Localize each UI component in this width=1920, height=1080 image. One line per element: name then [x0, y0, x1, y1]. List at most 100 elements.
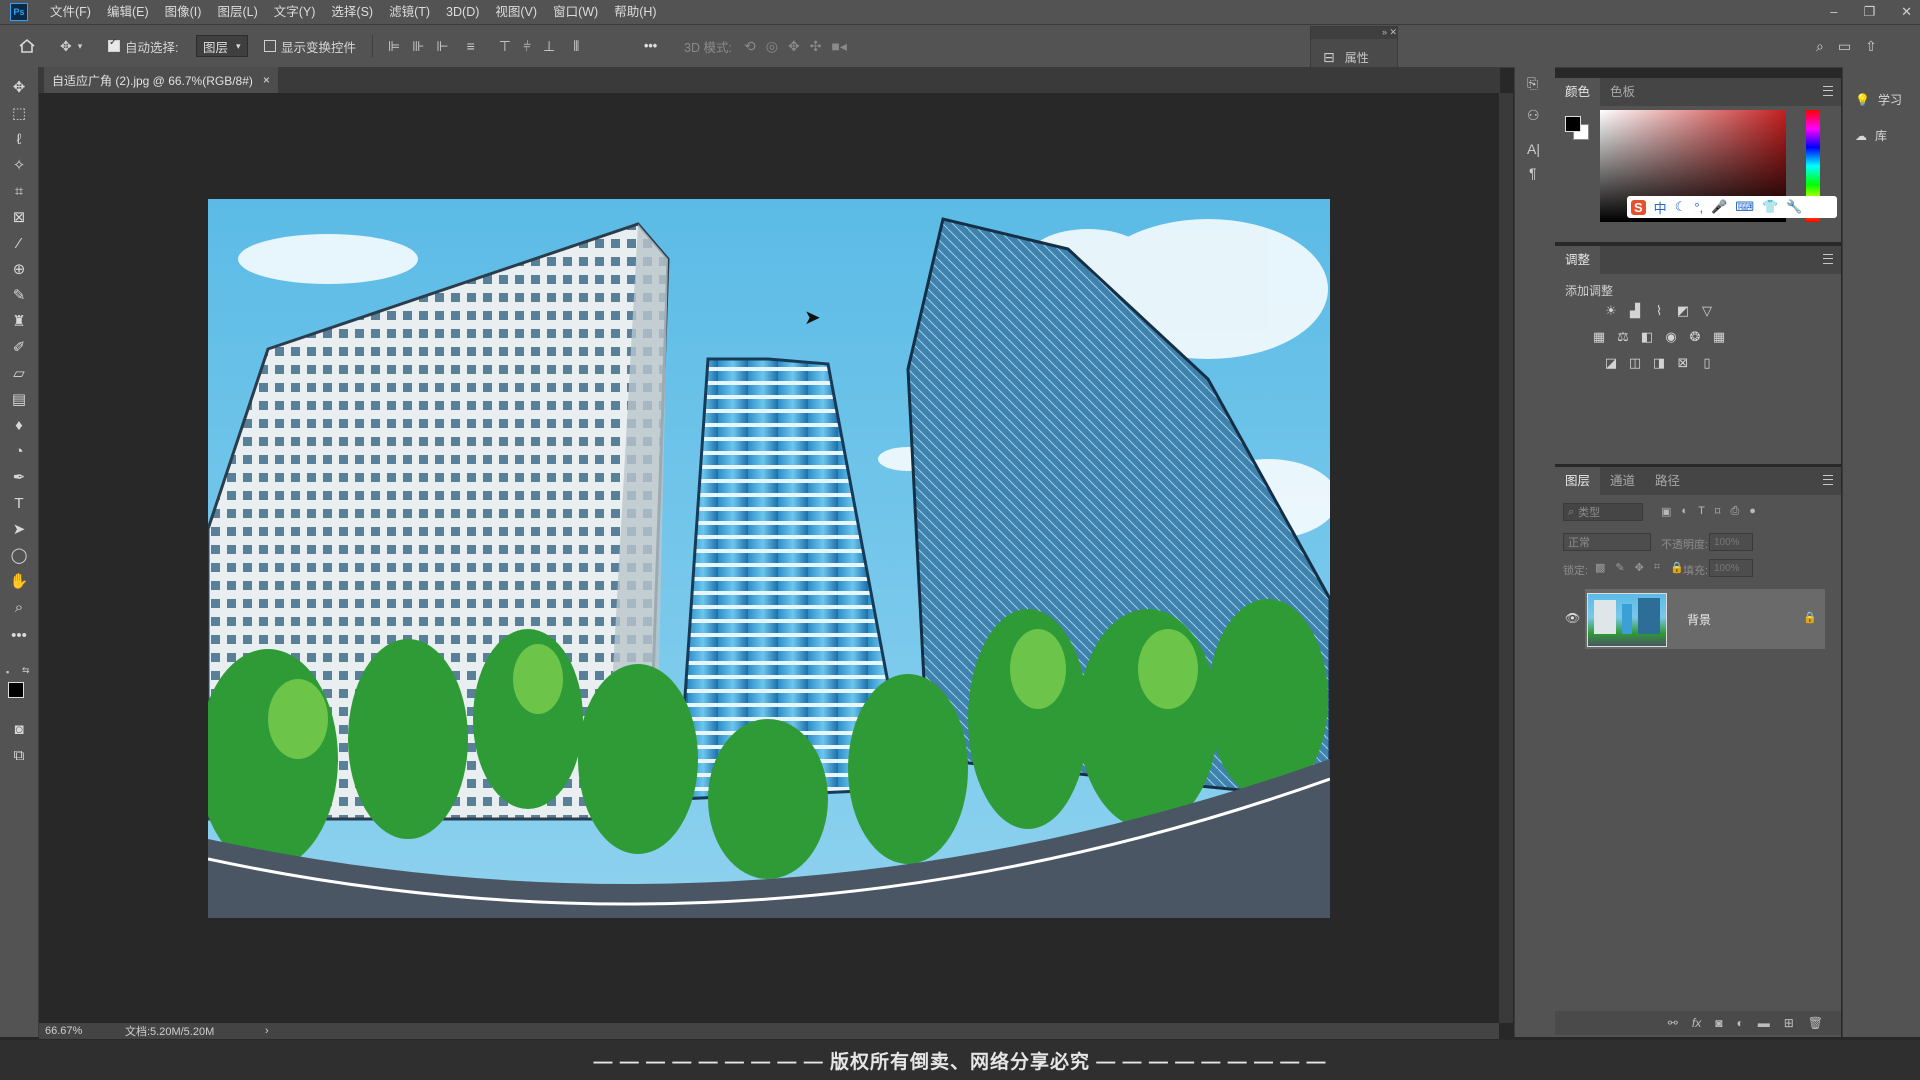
panel-menu-icon[interactable]: [1823, 254, 1833, 264]
restore-button[interactable]: ❐: [1863, 0, 1875, 24]
ime-toolbar[interactable]: S 中 ☾ °, 🎤 ⌨ 👕 🔧: [1627, 196, 1837, 218]
hand-tool-icon[interactable]: ✋: [9, 571, 29, 591]
align-center-h-icon[interactable]: ⊪: [412, 38, 424, 55]
lasso-tool-icon[interactable]: ℓ: [9, 129, 29, 149]
filter-type-icon[interactable]: T: [1698, 505, 1705, 518]
share-icon[interactable]: ⇧: [1865, 38, 1877, 55]
pan-3d-icon[interactable]: ✥: [788, 38, 800, 55]
lock-position-icon[interactable]: ✥: [1635, 561, 1644, 574]
moon-icon[interactable]: ☾: [1675, 199, 1687, 215]
more-options-button[interactable]: •••: [644, 25, 657, 67]
align-top-icon[interactable]: ⊤: [499, 38, 511, 55]
pen-tool-icon[interactable]: ✒: [9, 467, 29, 487]
healing-brush-tool-icon[interactable]: ⊕: [9, 259, 29, 279]
filter-shape-icon[interactable]: ⌑: [1715, 505, 1721, 518]
layer-filter-dropdown[interactable]: ⌕ 类型: [1563, 503, 1643, 521]
tab-paths[interactable]: 路径: [1645, 467, 1690, 495]
auto-select-mode-dropdown[interactable]: 图层 ▾: [196, 35, 248, 57]
path-selection-tool-icon[interactable]: ➤: [9, 519, 29, 539]
punctuation-icon[interactable]: °,: [1694, 200, 1703, 215]
edit-toolbar-icon[interactable]: •••: [9, 625, 29, 645]
orbit-3d-icon[interactable]: ⟲: [744, 38, 756, 55]
panel-menu-icon[interactable]: [1823, 86, 1833, 96]
menu-3d[interactable]: 3D(D): [438, 0, 487, 24]
distribute-h-icon[interactable]: ⦀: [573, 38, 579, 55]
channel-mixer-icon[interactable]: ❂: [1687, 330, 1703, 344]
minimize-button[interactable]: –: [1830, 0, 1837, 24]
exposure-icon[interactable]: ◩: [1675, 304, 1691, 318]
history-brush-tool-icon[interactable]: ✐: [9, 337, 29, 357]
distribute-v-icon[interactable]: ≡: [467, 38, 475, 54]
align-bottom-icon[interactable]: ⊥: [543, 38, 555, 55]
fill-field[interactable]: 100%: [1709, 559, 1753, 577]
brush-tool-icon[interactable]: ✎: [9, 285, 29, 305]
lock-all-icon[interactable]: 🔒: [1670, 561, 1684, 574]
adjust-presets-icon[interactable]: ⚇: [1527, 107, 1540, 124]
dodge-tool-icon[interactable]: ◔: [9, 441, 29, 461]
menu-view[interactable]: 视图(V): [487, 0, 545, 24]
ellipse-tool-icon[interactable]: ◯: [9, 545, 29, 565]
delete-layer-icon[interactable]: 🗑: [1808, 1016, 1823, 1030]
checkbox-unchecked[interactable]: [264, 40, 276, 52]
panel-menu-icon[interactable]: [1823, 475, 1833, 485]
new-layer-icon[interactable]: ⊞: [1784, 1016, 1794, 1030]
type-tool-icon[interactable]: T: [9, 493, 29, 513]
brightness-icon[interactable]: ☀: [1603, 304, 1619, 318]
document-image[interactable]: [208, 199, 1330, 918]
tab-adjustments[interactable]: 调整: [1555, 246, 1601, 274]
menu-type[interactable]: 文字(Y): [266, 0, 324, 24]
filter-pixel-icon[interactable]: ▣: [1661, 505, 1671, 518]
menu-image[interactable]: 图像(I): [157, 0, 210, 24]
blur-tool-icon[interactable]: ♦: [9, 415, 29, 435]
filter-smart-icon[interactable]: ⎙: [1730, 505, 1739, 518]
vertical-scrollbar[interactable]: [1499, 93, 1513, 1023]
lock-icon[interactable]: 🔒: [1803, 611, 1817, 624]
search-icon[interactable]: ⌕: [1816, 38, 1824, 55]
align-middle-v-icon[interactable]: ⫩: [523, 38, 531, 55]
selective-color-icon[interactable]: ⊠: [1675, 356, 1691, 370]
color-lookup-icon[interactable]: ▦: [1711, 330, 1727, 344]
menu-edit[interactable]: 编辑(E): [99, 0, 157, 24]
menu-select[interactable]: 选择(S): [323, 0, 381, 24]
home-icon[interactable]: [18, 25, 36, 67]
new-group-icon[interactable]: ▬: [1758, 1016, 1770, 1030]
posterize-icon[interactable]: ◫: [1627, 356, 1643, 370]
clone-stamp-tool-icon[interactable]: ♜: [9, 311, 29, 331]
menu-layer[interactable]: 图层(L): [209, 0, 265, 24]
levels-icon[interactable]: ▟: [1627, 304, 1643, 318]
eyedropper-tool-icon[interactable]: ⁄: [9, 233, 29, 253]
move-tool-preset[interactable]: ✥ ▾: [60, 25, 82, 67]
character-panel-icon[interactable]: A|: [1527, 141, 1540, 157]
invert-icon[interactable]: ◪: [1603, 356, 1619, 370]
swap-colors-icon[interactable]: ⇆: [22, 665, 30, 676]
learn-button[interactable]: 💡 学习: [1855, 91, 1902, 108]
link-layers-icon[interactable]: ⚯: [1668, 1016, 1678, 1030]
status-menu-arrow[interactable]: ›: [265, 1025, 269, 1037]
layer-style-icon[interactable]: fx: [1692, 1016, 1701, 1030]
lock-transparent-icon[interactable]: ▩: [1595, 561, 1605, 574]
document-tab[interactable]: 自适应广角 (2).jpg @ 66.7%(RGB/8#) ×: [44, 67, 278, 93]
layer-name[interactable]: 背景: [1687, 611, 1711, 628]
zoom-level[interactable]: 66.67%: [45, 1025, 115, 1037]
lock-artboard-icon[interactable]: ⌗: [1654, 561, 1660, 574]
filter-adjustment-icon[interactable]: ◐: [1681, 505, 1688, 518]
curves-icon[interactable]: ⌇: [1651, 304, 1667, 318]
checkbox-checked[interactable]: [108, 37, 120, 52]
vibrance-icon[interactable]: ▽: [1699, 304, 1715, 318]
add-mask-icon[interactable]: ◙: [1715, 1016, 1722, 1030]
tab-swatches[interactable]: 色板: [1600, 78, 1645, 106]
crop-tool-icon[interactable]: ⌗: [9, 181, 29, 201]
new-adjustment-icon[interactable]: ◐: [1736, 1016, 1743, 1030]
color-foreground-swatch[interactable]: [1565, 116, 1581, 132]
close-button[interactable]: ✕: [1901, 0, 1912, 24]
workspace-icon[interactable]: ▭: [1838, 38, 1851, 55]
tab-channels[interactable]: 通道: [1600, 467, 1645, 495]
close-panel-icon[interactable]: ✕: [1389, 27, 1397, 37]
microphone-icon[interactable]: 🎤: [1711, 199, 1727, 215]
screen-mode-icon[interactable]: ⧉: [9, 745, 29, 765]
camera-3d-icon[interactable]: ■◂: [831, 38, 846, 55]
close-tab-icon[interactable]: ×: [263, 73, 270, 87]
menu-help[interactable]: 帮助(H): [606, 0, 664, 24]
keyboard-icon[interactable]: ⌨: [1735, 199, 1754, 215]
filter-toggle-icon[interactable]: ●: [1749, 505, 1756, 518]
